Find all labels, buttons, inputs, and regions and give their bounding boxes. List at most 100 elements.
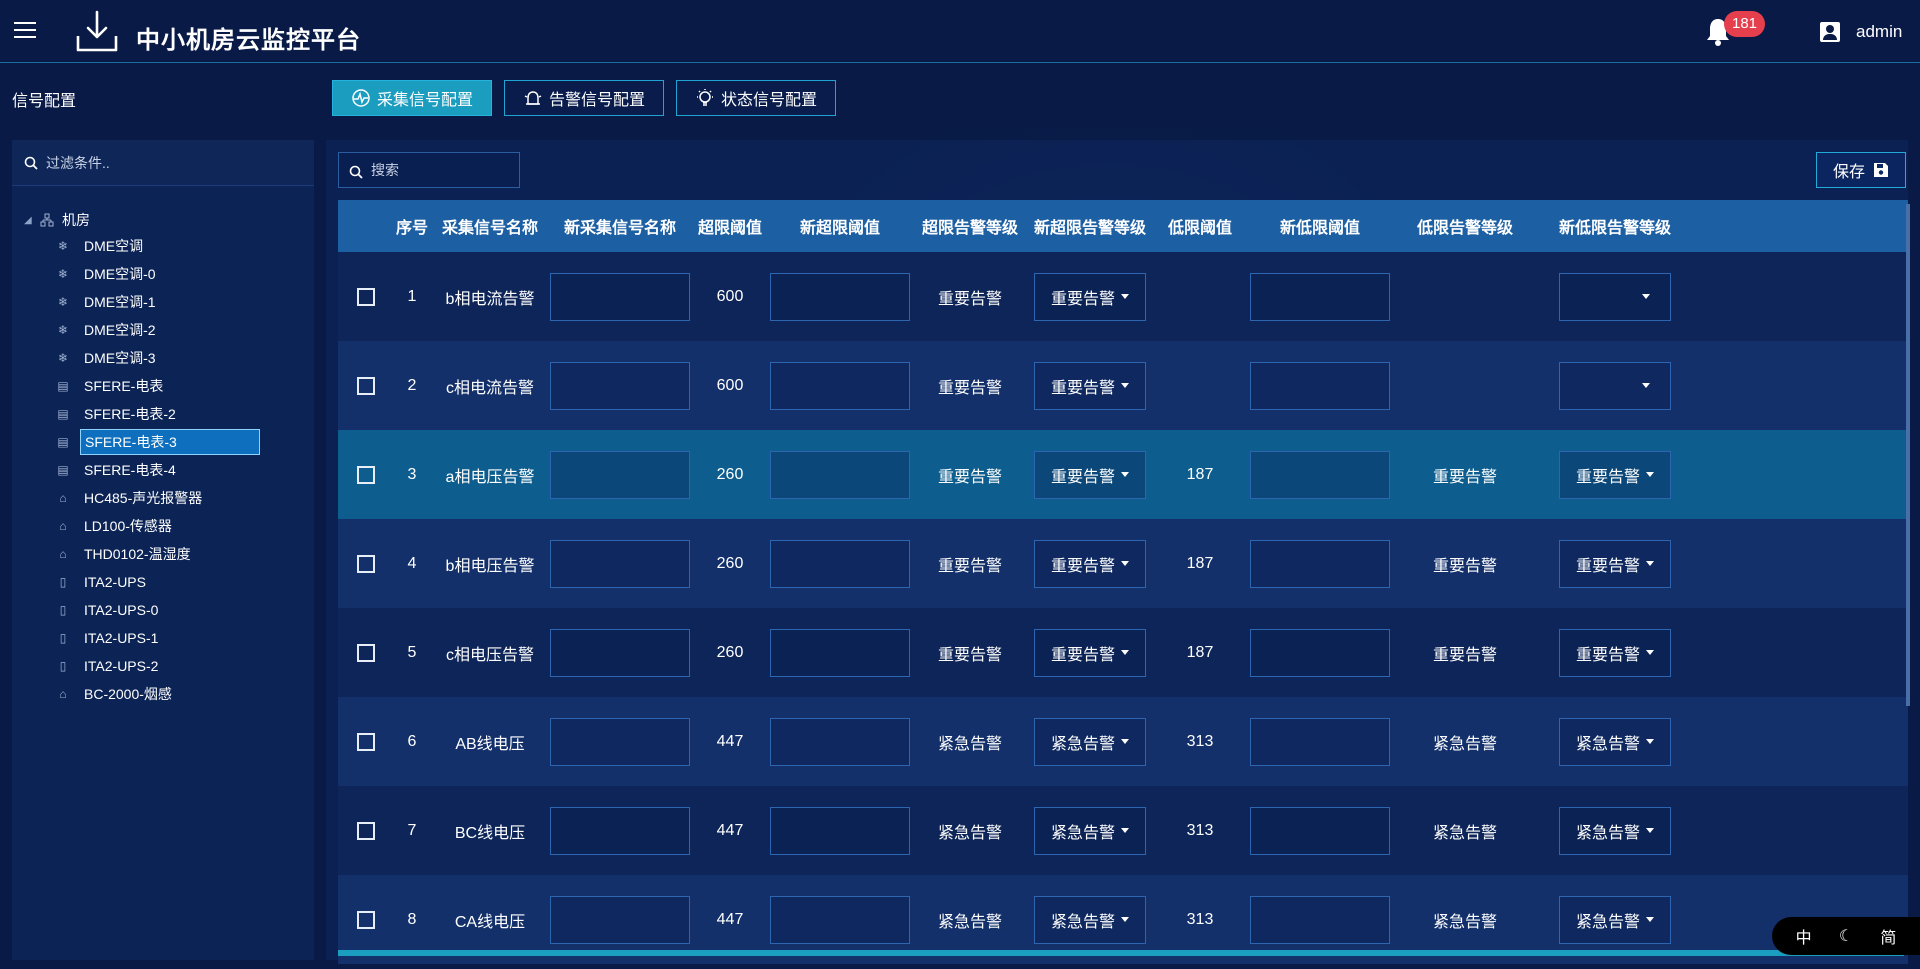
tab-status-signal[interactable]: 状态信号配置 bbox=[676, 80, 836, 116]
new-low-level-select[interactable]: 紧急告警 bbox=[1559, 806, 1671, 855]
caret-down-icon[interactable] bbox=[1121, 739, 1129, 744]
caret-down-icon[interactable] bbox=[1642, 383, 1650, 388]
row-checkbox[interactable] bbox=[357, 554, 375, 573]
new-low-threshold-input[interactable] bbox=[1250, 806, 1390, 855]
save-button[interactable]: 保存 bbox=[1816, 152, 1906, 188]
ime-mode[interactable]: 中 bbox=[1796, 924, 1812, 948]
tree-item[interactable]: ▯ ITA2-UPS-0 bbox=[12, 596, 314, 624]
caret-down-icon[interactable] bbox=[1121, 828, 1129, 833]
tree-item[interactable]: ▯ ITA2-UPS-2 bbox=[12, 652, 314, 680]
search-input[interactable] bbox=[371, 157, 511, 183]
tree-item[interactable]: ⌂ HC485-声光报警器 bbox=[12, 484, 314, 512]
row-checkbox[interactable] bbox=[357, 287, 375, 306]
new-signal-name-input[interactable] bbox=[550, 361, 690, 410]
tree-item[interactable]: ❄ DME空调-2 bbox=[12, 316, 314, 344]
ime-toolbar[interactable]: 中 ☾ 简 bbox=[1772, 917, 1920, 955]
caret-down-icon[interactable] bbox=[1642, 294, 1650, 299]
new-over-level-select[interactable]: 重要告警 bbox=[1034, 272, 1146, 321]
new-signal-name-input[interactable] bbox=[550, 272, 690, 321]
tree-item[interactable]: ⌂ LD100-传感器 bbox=[12, 512, 314, 540]
caret-down-icon[interactable] bbox=[1121, 650, 1129, 655]
new-over-threshold-input[interactable] bbox=[770, 450, 910, 499]
row-checkbox[interactable] bbox=[357, 465, 375, 484]
row-checkbox[interactable] bbox=[357, 821, 375, 840]
new-low-threshold-input[interactable] bbox=[1250, 717, 1390, 766]
new-low-level-select[interactable]: 紧急告警 bbox=[1559, 895, 1671, 944]
tree-item[interactable]: ▤ SFERE-电表-3 bbox=[12, 428, 314, 456]
tree-item[interactable]: ❄ DME空调-0 bbox=[12, 260, 314, 288]
table-row[interactable]: 6 AB线电压 447 紧急告警 紧急告警 313 紧急告警 紧急告警 bbox=[338, 697, 1908, 786]
caret-down-icon[interactable] bbox=[1121, 294, 1129, 299]
caret-down-icon[interactable] bbox=[1646, 739, 1654, 744]
row-checkbox[interactable] bbox=[357, 732, 375, 751]
caret-down-icon[interactable] bbox=[1646, 561, 1654, 566]
tree-root[interactable]: ◢ 机房 bbox=[12, 208, 314, 232]
tree-item[interactable]: ▤ SFERE-电表-2 bbox=[12, 400, 314, 428]
new-signal-name-input[interactable] bbox=[550, 717, 690, 766]
table-row[interactable]: 3 a相电压告警 260 重要告警 重要告警 187 重要告警 重要告警 bbox=[338, 430, 1908, 519]
new-signal-name-input[interactable] bbox=[550, 539, 690, 588]
new-over-level-select[interactable]: 紧急告警 bbox=[1034, 895, 1146, 944]
tree-item[interactable]: ▤ SFERE-电表-4 bbox=[12, 456, 314, 484]
new-low-level-select[interactable]: 重要告警 bbox=[1559, 628, 1671, 677]
table-row[interactable]: 4 b相电压告警 260 重要告警 重要告警 187 重要告警 重要告警 bbox=[338, 519, 1908, 608]
new-signal-name-input[interactable] bbox=[550, 628, 690, 677]
new-over-threshold-input[interactable] bbox=[770, 628, 910, 677]
chevron-down-icon[interactable]: ◢ bbox=[24, 215, 36, 226]
table-row[interactable]: 2 c相电流告警 600 重要告警 重要告警 bbox=[338, 341, 1908, 430]
new-low-threshold-input[interactable] bbox=[1250, 539, 1390, 588]
caret-down-icon[interactable] bbox=[1121, 917, 1129, 922]
new-over-level-select[interactable]: 重要告警 bbox=[1034, 450, 1146, 499]
caret-down-icon[interactable] bbox=[1646, 472, 1654, 477]
new-low-threshold-input[interactable] bbox=[1250, 361, 1390, 410]
row-checkbox[interactable] bbox=[357, 643, 375, 662]
tree-item[interactable]: ⌂ THD0102-温湿度 bbox=[12, 540, 314, 568]
menu-icon[interactable] bbox=[14, 22, 36, 40]
new-over-level-select[interactable]: 紧急告警 bbox=[1034, 806, 1146, 855]
tree-item[interactable]: ▯ ITA2-UPS bbox=[12, 568, 314, 596]
caret-down-icon[interactable] bbox=[1121, 472, 1129, 477]
tree-item[interactable]: ❄ DME空调-3 bbox=[12, 344, 314, 372]
new-signal-name-input[interactable] bbox=[550, 895, 690, 944]
new-over-threshold-input[interactable] bbox=[770, 717, 910, 766]
new-low-level-select[interactable]: 紧急告警 bbox=[1559, 717, 1671, 766]
horizontal-scrollbar[interactable] bbox=[338, 950, 1904, 956]
new-over-threshold-input[interactable] bbox=[770, 895, 910, 944]
new-over-level-select[interactable]: 重要告警 bbox=[1034, 361, 1146, 410]
vertical-scrollbar[interactable] bbox=[1906, 204, 1910, 706]
new-over-threshold-input[interactable] bbox=[770, 539, 910, 588]
filter-input[interactable] bbox=[46, 148, 306, 178]
new-over-level-select[interactable]: 重要告警 bbox=[1034, 628, 1146, 677]
caret-down-icon[interactable] bbox=[1646, 917, 1654, 922]
new-low-level-select[interactable] bbox=[1559, 272, 1671, 321]
new-over-threshold-input[interactable] bbox=[770, 361, 910, 410]
table-row[interactable]: 1 b相电流告警 600 重要告警 重要告警 bbox=[338, 252, 1908, 341]
new-low-level-select[interactable]: 重要告警 bbox=[1559, 539, 1671, 588]
tree-item[interactable]: ⌂ BC-2000-烟感 bbox=[12, 680, 314, 708]
table-row[interactable]: 5 c相电压告警 260 重要告警 重要告警 187 重要告警 重要告警 bbox=[338, 608, 1908, 697]
tab-alarm-signal[interactable]: 告警信号配置 bbox=[504, 80, 664, 116]
new-signal-name-input[interactable] bbox=[550, 450, 690, 499]
tab-collect-signal[interactable]: 采集信号配置 bbox=[332, 80, 492, 116]
tree-item[interactable]: ▤ SFERE-电表 bbox=[12, 372, 314, 400]
user-icon[interactable] bbox=[1820, 22, 1840, 42]
new-low-threshold-input[interactable] bbox=[1250, 628, 1390, 677]
new-signal-name-input[interactable] bbox=[550, 806, 690, 855]
notification-badge[interactable]: 181 bbox=[1724, 11, 1766, 37]
row-checkbox[interactable] bbox=[357, 376, 375, 395]
new-over-level-select[interactable]: 重要告警 bbox=[1034, 539, 1146, 588]
moon-icon[interactable]: ☾ bbox=[1839, 926, 1853, 946]
tree-item[interactable]: ❄ DME空调 bbox=[12, 232, 314, 260]
new-low-level-select[interactable] bbox=[1559, 361, 1671, 410]
new-low-threshold-input[interactable] bbox=[1250, 272, 1390, 321]
new-over-level-select[interactable]: 紧急告警 bbox=[1034, 717, 1146, 766]
new-low-threshold-input[interactable] bbox=[1250, 450, 1390, 499]
caret-down-icon[interactable] bbox=[1646, 828, 1654, 833]
caret-down-icon[interactable] bbox=[1121, 383, 1129, 388]
new-low-level-select[interactable]: 重要告警 bbox=[1559, 450, 1671, 499]
new-low-threshold-input[interactable] bbox=[1250, 895, 1390, 944]
table-row[interactable]: 7 BC线电压 447 紧急告警 紧急告警 313 紧急告警 紧急告警 bbox=[338, 786, 1908, 875]
new-over-threshold-input[interactable] bbox=[770, 806, 910, 855]
caret-down-icon[interactable] bbox=[1646, 650, 1654, 655]
ime-variant[interactable]: 简 bbox=[1880, 924, 1896, 948]
